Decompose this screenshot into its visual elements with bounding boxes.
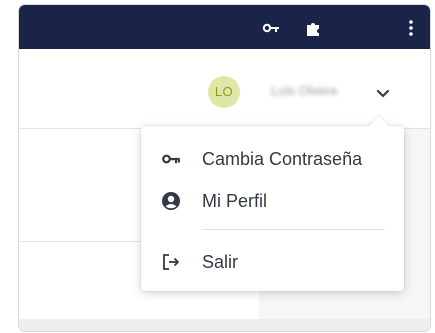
menu-item-my-profile[interactable]: Mi Perfil xyxy=(141,182,404,218)
menu-divider xyxy=(202,229,385,230)
avatar[interactable]: LO xyxy=(208,76,240,108)
key-icon xyxy=(161,149,181,169)
footer-strip xyxy=(19,319,430,331)
menu-item-label: Salir xyxy=(202,252,239,272)
chevron-down-icon[interactable] xyxy=(375,85,391,101)
puzzle-icon[interactable] xyxy=(304,19,322,37)
menu-item-change-password[interactable]: Cambia Contraseña xyxy=(141,140,404,176)
menu-item-logout[interactable]: Salir xyxy=(141,243,404,279)
logout-icon xyxy=(161,252,181,272)
user-name[interactable]: Luis Olvera xyxy=(271,83,371,101)
menu-item-label: Cambia Contraseña xyxy=(202,149,363,169)
menu-item-label: Mi Perfil xyxy=(202,191,268,211)
app-header: LO Luis Olvera xyxy=(19,49,430,129)
top-toolbar xyxy=(19,5,430,49)
user-circle-icon xyxy=(161,191,181,211)
kebab-menu-icon[interactable] xyxy=(402,19,420,37)
user-dropdown-menu: Cambia Contraseña Mi Perfil Salir xyxy=(141,116,404,291)
key-icon[interactable] xyxy=(262,19,280,37)
